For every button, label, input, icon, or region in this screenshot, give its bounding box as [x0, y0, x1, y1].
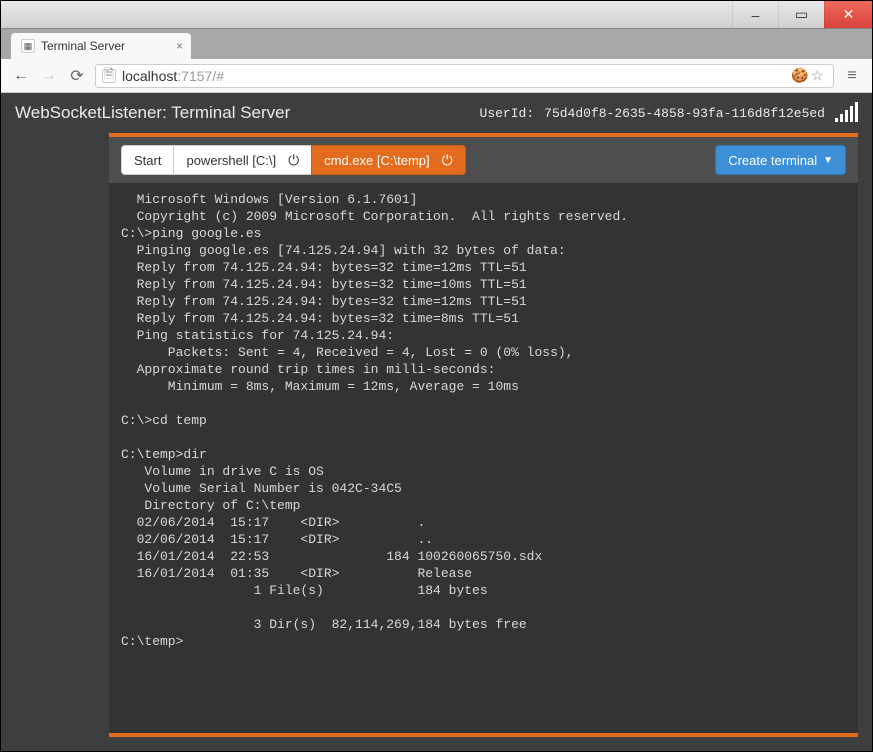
terminal-output[interactable]: Microsoft Windows [Version 6.1.7601] Cop… [109, 183, 858, 733]
forward-button[interactable]: → [39, 66, 59, 86]
tab-close-icon[interactable]: × [176, 39, 183, 53]
create-terminal-button[interactable]: Create terminal ▼ [715, 145, 846, 175]
address-bar[interactable]: 🗎 localhost:7157/# 🍪 ☆ [95, 64, 834, 88]
power-icon[interactable]: ⏻ [442, 152, 453, 169]
window-titlebar: – ▭ ✕ [1, 1, 872, 29]
url-host: localhost [122, 68, 177, 84]
tab-powershell-label: powershell [C:\] [186, 153, 276, 168]
app-title: WebSocketListener: Terminal Server [15, 103, 290, 123]
browser-tab-strip: ▦ Terminal Server × [1, 29, 872, 59]
minimize-button[interactable]: – [732, 1, 778, 28]
terminal-wrap: Microsoft Windows [Version 6.1.7601] Cop… [109, 183, 858, 733]
bookmark-icon[interactable]: ☆ [811, 67, 827, 84]
cookie-icon[interactable]: 🍪 [791, 67, 807, 84]
tab-title: Terminal Server [41, 39, 125, 53]
page-icon: 🗎 [102, 69, 116, 83]
tab-start-label: Start [134, 153, 161, 168]
maximize-button[interactable]: ▭ [778, 1, 824, 28]
terminal-panel: Start powershell [C:\] ⏻ cmd.exe [C:\tem… [109, 133, 858, 737]
browser-nav-bar: ← → ⟳ 🗎 localhost:7157/# 🍪 ☆ ≡ [1, 59, 872, 93]
caret-down-icon: ▼ [823, 155, 833, 166]
power-icon[interactable]: ⏻ [288, 152, 299, 169]
reload-button[interactable]: ⟳ [67, 66, 87, 86]
userid-label: UserId: [480, 106, 535, 121]
create-terminal-label: Create terminal [728, 153, 817, 168]
page-content: WebSocketListener: Terminal Server UserI… [1, 93, 872, 751]
tab-cmd-label: cmd.exe [C:\temp] [324, 153, 429, 168]
browser-tab[interactable]: ▦ Terminal Server × [11, 33, 191, 59]
menu-icon[interactable]: ≡ [842, 66, 862, 86]
app-header: WebSocketListener: Terminal Server UserI… [1, 93, 872, 133]
url-port: :7157 [177, 68, 212, 84]
tab-start[interactable]: Start [121, 145, 174, 175]
favicon-icon: ▦ [21, 39, 35, 53]
userid-value: 75d4d0f8-2635-4858-93fa-116d8f12e5ed [544, 106, 825, 121]
back-button[interactable]: ← [11, 66, 31, 86]
signal-icon [835, 104, 858, 122]
url-path: /# [212, 68, 224, 84]
browser-window: – ▭ ✕ ▦ Terminal Server × ← → ⟳ 🗎 localh… [0, 0, 873, 752]
userid-display: UserId: 75d4d0f8-2635-4858-93fa-116d8f12… [480, 104, 858, 122]
close-button[interactable]: ✕ [824, 1, 872, 28]
tab-powershell[interactable]: powershell [C:\] ⏻ [173, 145, 312, 175]
bottom-accent [109, 733, 858, 737]
terminal-tab-bar: Start powershell [C:\] ⏻ cmd.exe [C:\tem… [109, 137, 858, 183]
tab-cmd[interactable]: cmd.exe [C:\temp] ⏻ [311, 145, 466, 175]
